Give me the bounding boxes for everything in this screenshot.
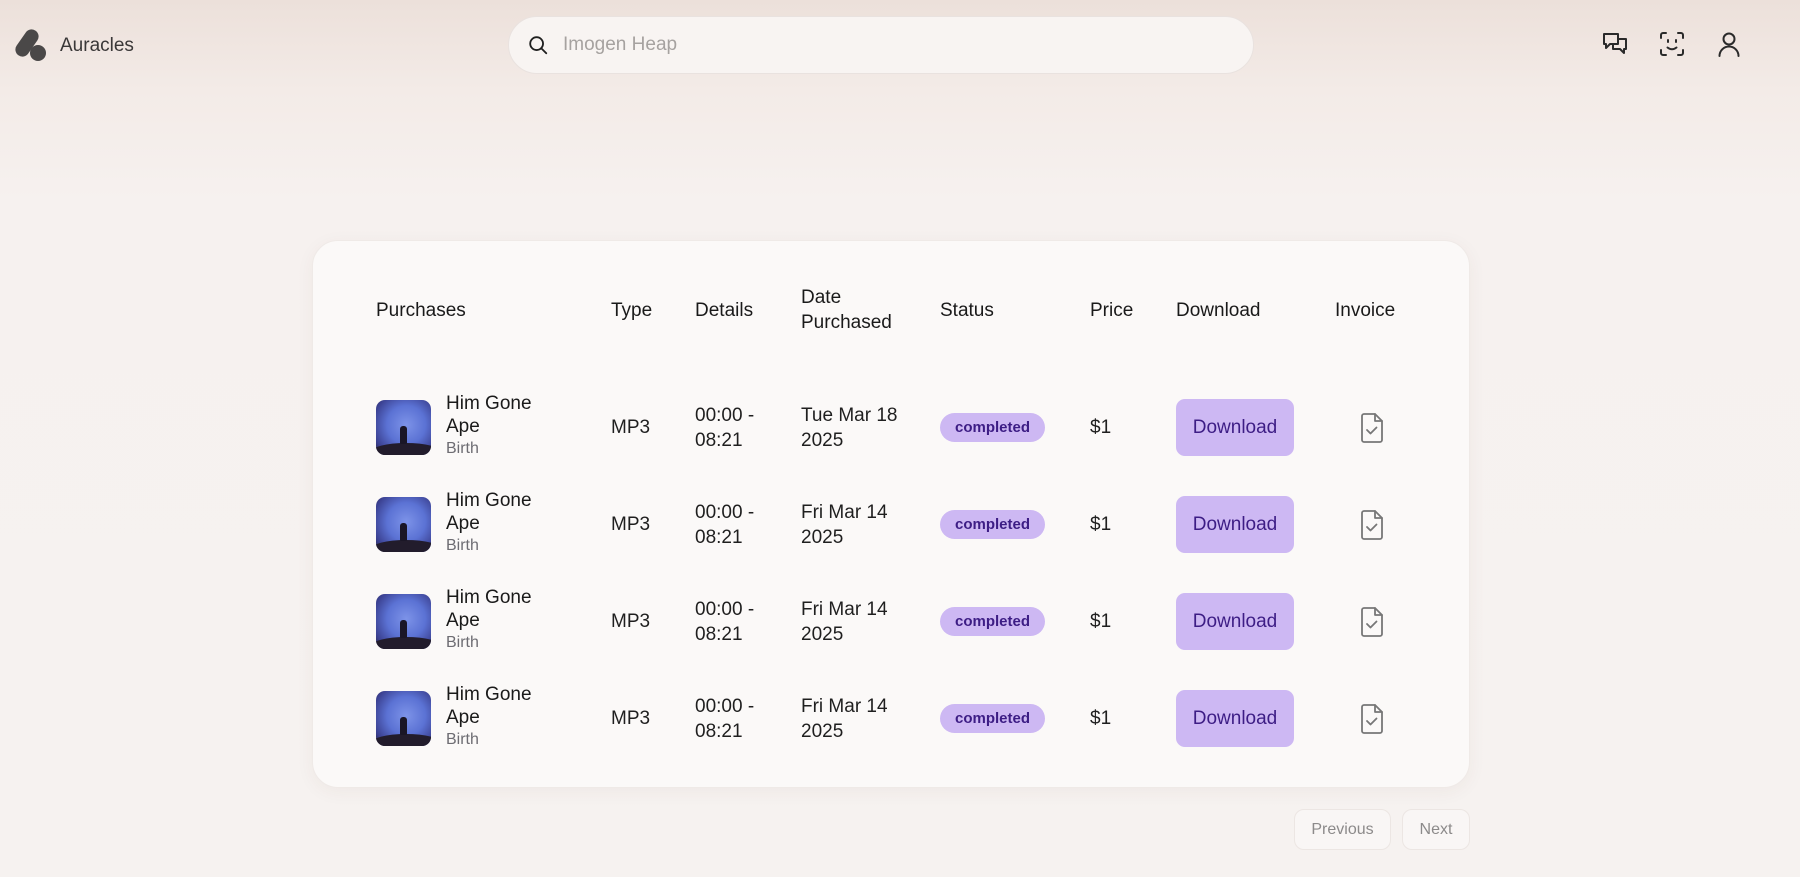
status-cell: completed xyxy=(940,379,1046,476)
file-check-icon[interactable] xyxy=(1357,606,1387,638)
logo-icon xyxy=(14,29,48,63)
table-row: Him Gone Ape Birth MP3 00:00 -08:21 Fri … xyxy=(313,573,1471,670)
column-header-date-purchased: Date Purchased xyxy=(801,287,892,333)
status-badge: completed xyxy=(940,607,1046,636)
date-cell: Fri Mar 14 2025 xyxy=(801,501,888,548)
album-name: Birth xyxy=(446,634,479,651)
file-check-icon[interactable] xyxy=(1357,509,1387,541)
file-check-icon[interactable] xyxy=(1357,703,1387,735)
price-cell: $1 xyxy=(1090,708,1112,729)
file-check-icon[interactable] xyxy=(1357,412,1387,444)
type-cell: MP3 xyxy=(611,611,651,632)
type-cell: MP3 xyxy=(611,514,651,535)
column-header-price: Price xyxy=(1090,299,1134,321)
status-cell: completed xyxy=(940,476,1046,573)
download-button[interactable]: Download xyxy=(1176,496,1294,553)
search-input[interactable] xyxy=(563,34,1203,56)
date-cell: Fri Mar 14 2025 xyxy=(801,598,888,645)
track-title[interactable]: Him Gone Ape xyxy=(446,586,566,632)
details-cell: 00:00 -08:21 xyxy=(695,404,755,451)
date-cell: Tue Mar 18 2025 xyxy=(801,404,898,451)
price-cell: $1 xyxy=(1090,417,1112,438)
face-scan-icon[interactable] xyxy=(1657,29,1687,59)
column-header-type: Type xyxy=(611,299,653,321)
album-art[interactable] xyxy=(376,594,431,649)
search-bar[interactable] xyxy=(508,16,1254,74)
album-art[interactable] xyxy=(376,691,431,746)
status-badge: completed xyxy=(940,704,1046,733)
album-name: Birth xyxy=(446,537,479,554)
status-badge: completed xyxy=(940,413,1046,442)
track-title[interactable]: Him Gone Ape xyxy=(446,683,566,729)
table-row: Him Gone Ape Birth MP3 00:00 -08:21 Fri … xyxy=(313,476,1471,573)
details-cell: 00:00 -08:21 xyxy=(695,695,755,742)
column-header-download: Download xyxy=(1176,299,1261,321)
type-cell: MP3 xyxy=(611,708,651,729)
top-bar: Auracles xyxy=(0,0,1800,90)
status-cell: completed xyxy=(940,573,1046,670)
chat-icon[interactable] xyxy=(1600,29,1630,59)
app-name: Auracles xyxy=(60,35,134,56)
user-icon[interactable] xyxy=(1714,29,1744,59)
table-row: Him Gone Ape Birth MP3 00:00 -08:21 Fri … xyxy=(313,670,1471,767)
album-art[interactable] xyxy=(376,497,431,552)
price-cell: $1 xyxy=(1090,514,1112,535)
album-name: Birth xyxy=(446,440,479,457)
album-art[interactable] xyxy=(376,400,431,455)
track-title[interactable]: Him Gone Ape xyxy=(446,489,566,535)
details-cell: 00:00 -08:21 xyxy=(695,598,755,645)
download-button[interactable]: Download xyxy=(1176,690,1294,747)
date-cell: Fri Mar 14 2025 xyxy=(801,695,888,742)
status-cell: completed xyxy=(940,670,1046,767)
next-page-button[interactable]: Next xyxy=(1402,809,1470,850)
download-button[interactable]: Download xyxy=(1176,399,1294,456)
table-row: Him Gone Ape Birth MP3 00:00 -08:21 Tue … xyxy=(313,379,1471,476)
purchases-table: Purchases Type Details Date Purchased Sta… xyxy=(312,240,1470,788)
type-cell: MP3 xyxy=(611,417,651,438)
column-header-purchases: Purchases xyxy=(376,299,466,321)
track-title[interactable]: Him Gone Ape xyxy=(446,392,566,438)
column-header-details: Details xyxy=(695,299,754,321)
search-icon xyxy=(529,36,548,55)
download-button[interactable]: Download xyxy=(1176,593,1294,650)
price-cell: $1 xyxy=(1090,611,1112,632)
album-name: Birth xyxy=(446,731,479,748)
status-badge: completed xyxy=(940,510,1046,539)
app-logo[interactable]: Auracles xyxy=(14,29,134,63)
column-header-status: Status xyxy=(940,299,994,321)
previous-page-button[interactable]: Previous xyxy=(1294,809,1391,850)
details-cell: 00:00 -08:21 xyxy=(695,501,755,548)
column-header-invoice: Invoice xyxy=(1335,299,1396,321)
